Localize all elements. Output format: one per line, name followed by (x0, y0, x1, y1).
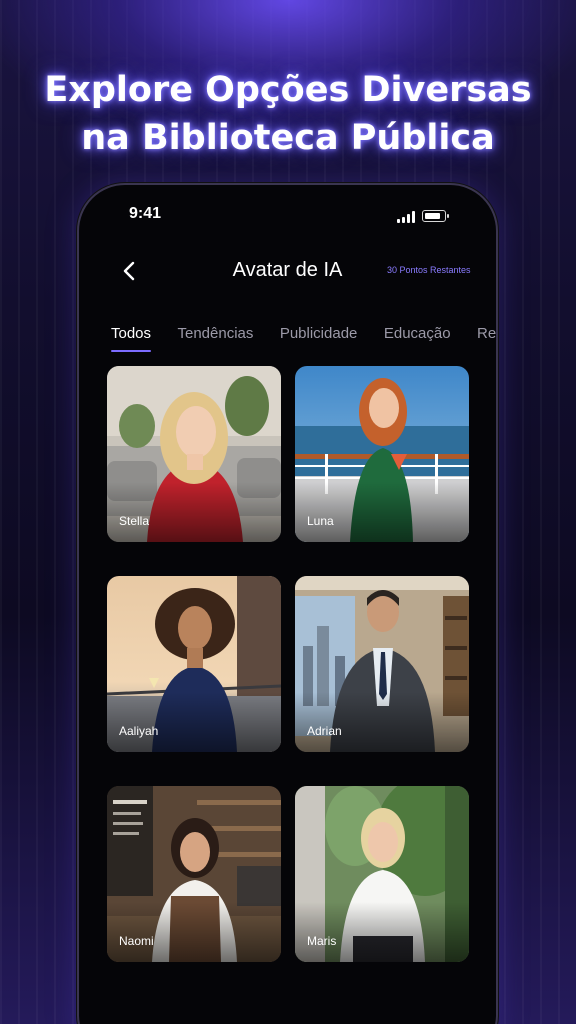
avatar-name: Stella (119, 514, 150, 528)
avatar-name: Maris (307, 934, 337, 948)
tab-rel[interactable]: Relc (477, 325, 496, 352)
avatar-name: Adrian (307, 724, 342, 738)
avatar-name: Aaliyah (119, 724, 159, 738)
points-remaining: 30 Pontos Restantes (387, 265, 471, 275)
avatar-card-maris[interactable]: Maris (295, 786, 469, 962)
headline-line-1: Explore Opções Diversas (44, 70, 532, 110)
status-time: 9:41 (129, 205, 162, 222)
avatar-card-adrian[interactable]: Adrian (295, 576, 469, 752)
top-nav: Avatar de IA 30 Pontos Restantes (79, 255, 496, 287)
avatar-card-aaliyah[interactable]: Aaliyah (107, 576, 281, 752)
avatar-card-stella[interactable]: Stella (107, 366, 281, 542)
avatar-card-naomi[interactable]: Naomi (107, 786, 281, 962)
headline-line-2: na Biblioteca Pública (81, 118, 495, 158)
phone-frame: 9:41 Avatar de IA 30 Pontos Restantes To… (77, 183, 498, 1024)
status-bar: 9:41 (79, 203, 496, 227)
avatar-name: Naomi (119, 934, 154, 948)
promo-headline: Explore Opções Diversas na Biblioteca Pú… (0, 66, 576, 162)
avatar-name: Luna (307, 514, 334, 528)
tab-todos[interactable]: Todos (111, 325, 152, 352)
signal-icon (397, 211, 417, 223)
tab-tendencias[interactable]: Tendências (177, 325, 253, 352)
avatar-card-luna[interactable]: Luna (295, 366, 469, 542)
tab-educacao[interactable]: Educação (384, 325, 451, 352)
tab-publicidade[interactable]: Publicidade (280, 325, 358, 352)
category-tabs: Todos Tendências Publicidade Educação Re… (111, 325, 496, 355)
battery-icon (422, 210, 449, 222)
